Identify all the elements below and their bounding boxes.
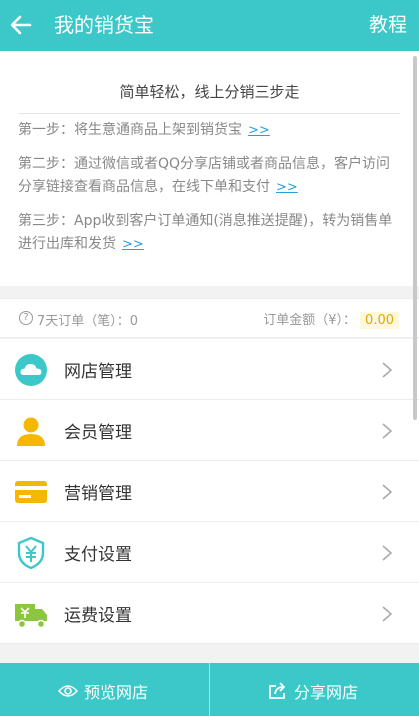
orders-value: 0 bbox=[129, 314, 139, 329]
preview-shop-label: 预览网店 bbox=[84, 683, 149, 702]
guide-step-3-text: 第三步：App收到客户订单通知(消息推送提醒)，转为销售单进行出库和发货 bbox=[18, 213, 393, 252]
guide-step-1-link[interactable]: >> bbox=[248, 123, 270, 138]
guide-step-1-text: 第一步：将生意通商品上架到销货宝 bbox=[18, 122, 242, 138]
guide-step-2-link[interactable]: >> bbox=[276, 180, 298, 195]
card-icon bbox=[15, 481, 47, 503]
amount-value: 0.00 bbox=[360, 312, 399, 329]
orders-count: 7天订单（笔）：0 bbox=[37, 310, 138, 329]
chevron-right-icon bbox=[382, 362, 393, 378]
bottom-action-bar: 预览网店 分享网店 bbox=[0, 663, 419, 716]
guide-step-2-text: 第二步：通过微信或者QQ分享店铺或者商品信息，客户访问分享链接查看商品信息，在线… bbox=[18, 156, 391, 195]
eye-icon bbox=[58, 685, 78, 697]
menu-label: 网店管理 bbox=[64, 362, 132, 382]
help-icon[interactable]: ? bbox=[19, 311, 33, 325]
guide-step-3: 第三步：App收到客户订单通知(消息推送提醒)，转为销售单进行出库和发货 >> bbox=[18, 210, 400, 256]
share-shop-label: 分享网店 bbox=[294, 683, 359, 702]
guide-title: 简单轻松，线上分销三步走 bbox=[119, 83, 300, 101]
menu-label: 营销管理 bbox=[64, 484, 132, 504]
cloud-icon bbox=[15, 354, 47, 386]
app-header: 我的销货宝 教程 bbox=[0, 0, 419, 51]
menu-item-member-management[interactable]: 会员管理 bbox=[0, 400, 419, 461]
amount-label: 订单金额（¥）： bbox=[263, 313, 357, 328]
chevron-right-icon bbox=[382, 484, 393, 500]
guide-divider bbox=[18, 113, 400, 114]
orders-label: 7天订单（笔）： bbox=[37, 314, 130, 329]
page-title: 我的销货宝 bbox=[54, 13, 154, 37]
menu-item-payment-settings[interactable]: 支付设置 bbox=[0, 522, 419, 583]
chevron-right-icon bbox=[382, 423, 393, 439]
menu-list: 网店管理 会员管理 营销管理 支付设置 运费设置 bbox=[0, 339, 419, 644]
guide-step-2: 第二步：通过微信或者QQ分享店铺或者商品信息，客户访问分享链接查看商品信息，在线… bbox=[18, 153, 400, 199]
guide-panel: 简单轻松，线上分销三步走 第一步：将生意通商品上架到销货宝 >> 第二步：通过微信… bbox=[0, 51, 419, 286]
order-stats-bar: ? 7天订单（笔）：0 订单金额（¥）： 0.00 bbox=[0, 298, 419, 338]
scrollbar[interactable] bbox=[413, 56, 417, 420]
menu-item-shipping-settings[interactable]: 运费设置 bbox=[0, 583, 419, 644]
share-shop-button[interactable]: 分享网店 bbox=[210, 663, 419, 716]
share-icon bbox=[269, 682, 285, 699]
chevron-right-icon bbox=[382, 545, 393, 561]
menu-item-shop-management[interactable]: 网店管理 bbox=[0, 339, 419, 400]
guide-step-3-link[interactable]: >> bbox=[122, 237, 144, 252]
menu-label: 支付设置 bbox=[64, 545, 132, 565]
guide-step-1: 第一步：将生意通商品上架到销货宝 >> bbox=[18, 119, 400, 142]
yuan-shield-icon bbox=[17, 536, 45, 570]
menu-item-marketing-management[interactable]: 营销管理 bbox=[0, 461, 419, 522]
chevron-right-icon bbox=[382, 606, 393, 622]
preview-shop-button[interactable]: 预览网店 bbox=[0, 663, 209, 716]
orders-amount: 订单金额（¥）： 0.00 bbox=[263, 309, 399, 329]
tutorial-button[interactable]: 教程 bbox=[369, 11, 407, 39]
back-arrow-icon[interactable] bbox=[8, 12, 34, 38]
menu-label: 运费设置 bbox=[64, 606, 132, 626]
person-icon bbox=[17, 417, 45, 446]
menu-label: 会员管理 bbox=[64, 423, 132, 443]
delivery-truck-icon bbox=[15, 604, 47, 629]
